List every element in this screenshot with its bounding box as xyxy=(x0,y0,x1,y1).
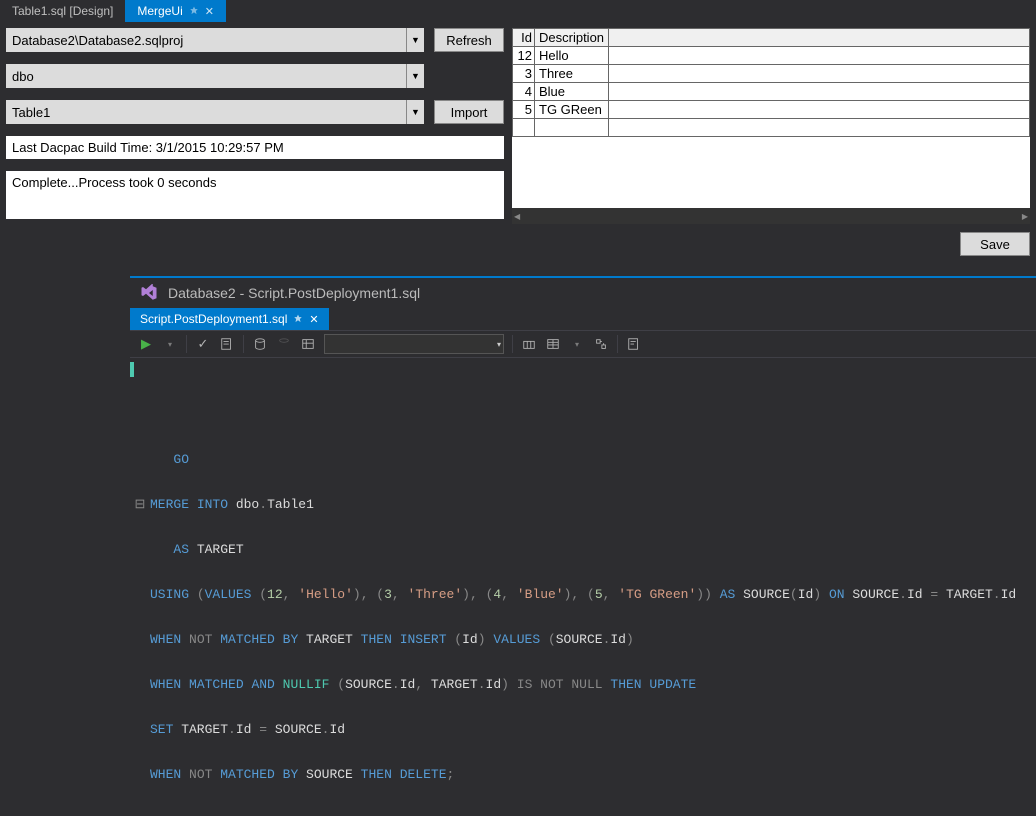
chevron-down-icon: ▼ xyxy=(406,64,424,88)
status-label: Complete...Process took 0 seconds xyxy=(6,171,504,219)
check-icon[interactable]: ✓ xyxy=(195,336,211,352)
chevron-down-icon: ▾ xyxy=(497,340,501,349)
col-description[interactable]: Description xyxy=(535,29,609,47)
pin-icon[interactable] xyxy=(189,6,199,16)
scroll-left-icon[interactable]: ◀ xyxy=(514,212,520,221)
pin-icon[interactable] xyxy=(293,314,303,324)
table-row[interactable]: 12 Hello xyxy=(513,47,1030,65)
grid-header-row: Id Description xyxy=(513,29,1030,47)
db-icon-2[interactable] xyxy=(276,336,292,352)
table-value: Table1 xyxy=(12,105,50,120)
grid-icon[interactable] xyxy=(521,336,537,352)
project-value: Database2\Database2.sqlproj xyxy=(12,33,183,48)
schema-dropdown[interactable]: dbo ▼ xyxy=(6,64,424,88)
tab-table1-design[interactable]: Table1.sql [Design] xyxy=(0,0,125,22)
code-editor[interactable]: GO ⊟MERGE INTO dbo.Table1 AS TARGET USIN… xyxy=(130,358,1036,816)
database-selector[interactable]: ▾ xyxy=(324,334,504,354)
script-icon[interactable] xyxy=(219,336,235,352)
db-icon[interactable] xyxy=(252,336,268,352)
schema-value: dbo xyxy=(12,69,34,84)
import-button[interactable]: Import xyxy=(434,100,504,124)
new-query-icon[interactable] xyxy=(626,336,642,352)
editor-tab-script[interactable]: Script.PostDeployment1.sql ✕ xyxy=(130,308,329,330)
table-row-new[interactable] xyxy=(513,119,1030,137)
table-row[interactable]: 4 Blue xyxy=(513,83,1030,101)
cursor-indicator xyxy=(130,362,134,377)
data-grid[interactable]: Id Description 12 Hello 3 Three 4 Blue xyxy=(512,28,1030,224)
close-icon[interactable]: ✕ xyxy=(205,5,214,18)
col-id[interactable]: Id xyxy=(513,29,535,47)
scroll-right-icon[interactable]: ▶ xyxy=(1022,212,1028,221)
chevron-down-icon: ▼ xyxy=(406,100,424,124)
results-icon[interactable] xyxy=(300,336,316,352)
tab-label: MergeUi xyxy=(137,4,182,18)
visual-studio-icon xyxy=(140,284,158,302)
sql-toolbar: ▶ ▾ ✓ ▾ ▾ xyxy=(130,330,1036,358)
execute-icon[interactable]: ▶ xyxy=(138,336,154,352)
table-row[interactable]: 3 Three xyxy=(513,65,1030,83)
tab-mergeui[interactable]: MergeUi ✕ xyxy=(125,0,226,22)
chevron-down-icon: ▼ xyxy=(406,28,424,52)
table-row[interactable]: 5 TG GReen xyxy=(513,101,1030,119)
project-dropdown[interactable]: Database2\Database2.sqlproj ▼ xyxy=(6,28,424,52)
horizontal-scrollbar[interactable]: ◀ ▶ xyxy=(512,208,1030,224)
close-icon[interactable]: ✕ xyxy=(309,313,318,326)
table-dropdown[interactable]: Table1 ▼ xyxy=(6,100,424,124)
editor-tabs: Script.PostDeployment1.sql ✕ xyxy=(130,308,1036,330)
editor-window: Database2 - Script.PostDeployment1.sql S… xyxy=(130,276,1036,816)
refresh-button[interactable]: Refresh xyxy=(434,28,504,52)
dropdown-icon[interactable]: ▾ xyxy=(162,336,178,352)
editor-titlebar: Database2 - Script.PostDeployment1.sql xyxy=(130,278,1036,308)
tab-label: Table1.sql [Design] xyxy=(12,4,113,18)
table-icon[interactable] xyxy=(545,336,561,352)
document-tabs: Table1.sql [Design] MergeUi ✕ xyxy=(0,0,1036,22)
dropdown-icon-2[interactable]: ▾ xyxy=(569,336,585,352)
save-button[interactable]: Save xyxy=(960,232,1030,256)
plan-icon[interactable] xyxy=(593,336,609,352)
window-title: Database2 - Script.PostDeployment1.sql xyxy=(168,285,420,301)
build-time-label: Last Dacpac Build Time: 3/1/2015 10:29:5… xyxy=(6,136,504,159)
